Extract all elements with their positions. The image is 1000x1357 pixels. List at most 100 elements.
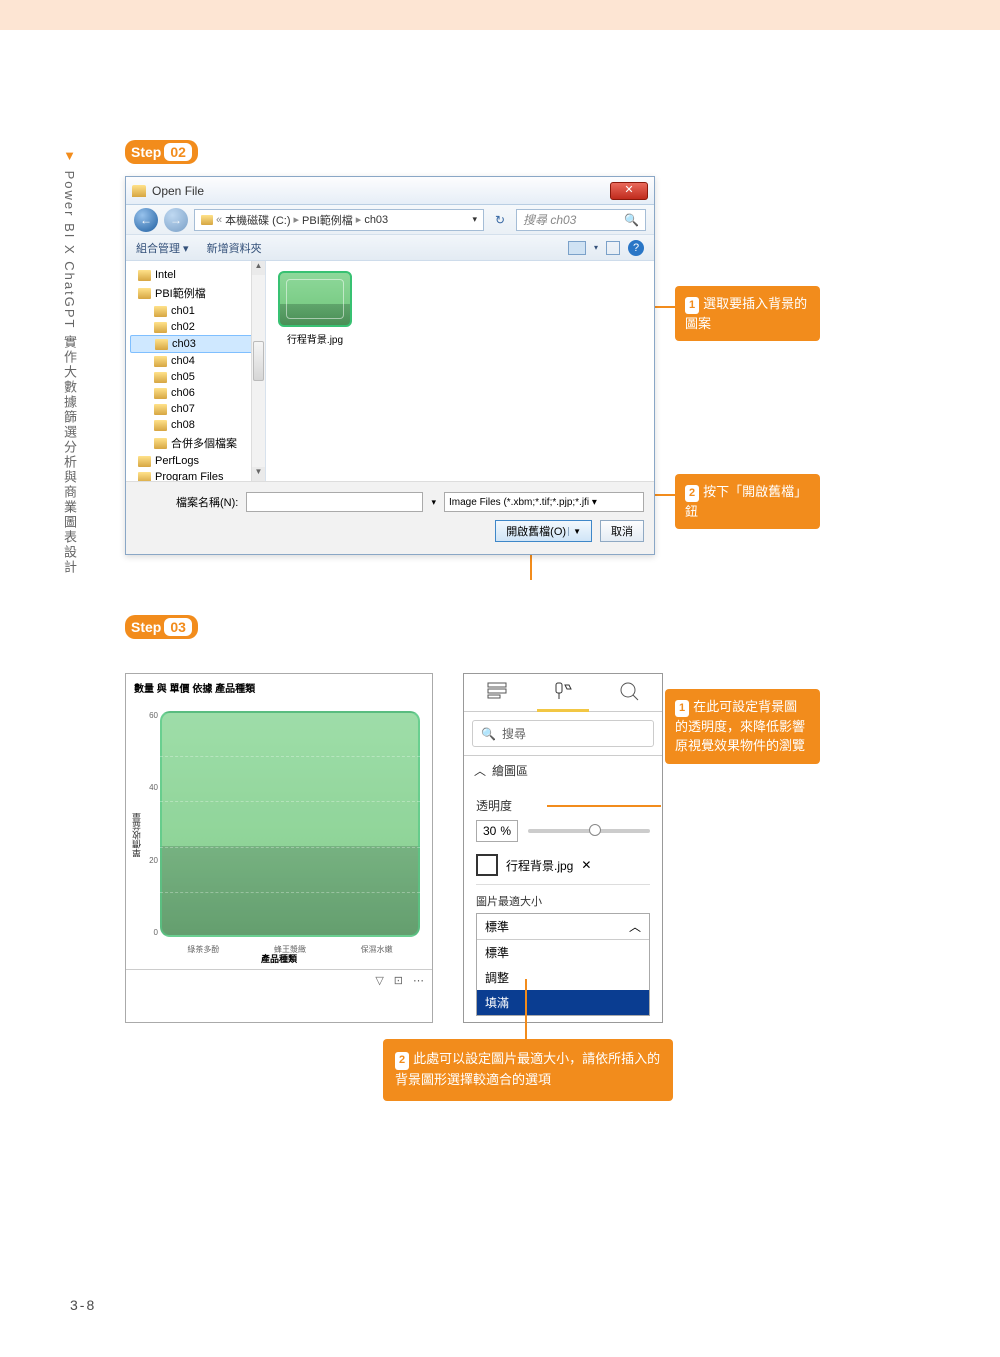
page-number: 3-8: [70, 1297, 96, 1313]
step-badge-02: Step 02: [125, 140, 198, 164]
chevron-up-icon: ︿: [629, 918, 641, 935]
scroll-up-icon[interactable]: ▲: [252, 261, 265, 275]
section-plot-area[interactable]: ︿ 繪圖區: [464, 755, 662, 785]
dialog-titlebar[interactable]: Open File ✕: [126, 177, 654, 205]
chevron-up-icon: ︿: [474, 762, 486, 779]
folder-icon: [154, 372, 167, 383]
chart-plot: 單價收益量 6040200 綠茶多酚蜂王漿緻保濕水嫩 產品種類: [132, 705, 426, 965]
breadcrumb[interactable]: « 本機磁碟 (C:)▸ PBI範例檔▸ ch03 ▾: [194, 209, 484, 231]
slider-knob[interactable]: [589, 824, 601, 836]
tree-item[interactable]: ch06: [130, 385, 261, 401]
search-icon: 🔍: [624, 213, 639, 227]
tree-item[interactable]: ch03: [130, 335, 261, 353]
tree-item[interactable]: ch07: [130, 401, 261, 417]
step02-block: Open File ✕ ← → « 本機磁碟 (C:)▸ PBI範例檔▸ ch0…: [125, 176, 925, 555]
leader-line: [547, 805, 661, 807]
filter-icon[interactable]: ▽: [375, 974, 383, 987]
page: ▼ Power BI X ChatGPT 實作大數據篩選分析與商業圖表設計 St…: [0, 0, 1000, 1357]
tree-item[interactable]: Program Files: [130, 469, 261, 481]
back-icon[interactable]: ←: [134, 208, 158, 232]
leader-line: [525, 979, 527, 1039]
filename-label: 檔案名稱(N):: [176, 494, 238, 510]
scroll-down-icon[interactable]: ▼: [252, 467, 265, 481]
tab-format-icon[interactable]: [530, 674, 596, 711]
pane-search-input[interactable]: 🔍 搜尋: [472, 720, 654, 747]
tree-item[interactable]: ch04: [130, 353, 261, 369]
file-list-area[interactable]: 行程背景.jpg: [266, 261, 654, 481]
content-area: Step 02 Open File ✕ ← → «: [0, 30, 1000, 1023]
new-folder-button[interactable]: 新增資料夾: [207, 240, 262, 256]
folder-icon: [155, 339, 168, 350]
folder-icon: [154, 438, 167, 449]
scrollbar[interactable]: ▲ ▼: [251, 261, 265, 481]
tree-item[interactable]: ch05: [130, 369, 261, 385]
bars: [160, 711, 420, 937]
tab-analytics-icon[interactable]: [596, 674, 662, 711]
dropdown-option[interactable]: 標準: [477, 940, 649, 965]
tree-item[interactable]: PerfLogs: [130, 453, 261, 469]
y-axis-ticks: 6040200: [140, 711, 158, 937]
view-icon[interactable]: [568, 241, 586, 255]
tree-item[interactable]: Intel: [130, 267, 261, 283]
image-swatch-icon[interactable]: [476, 854, 498, 876]
tree-item[interactable]: 合併多個檔案: [130, 433, 261, 453]
dialog-body: IntelPBI範例檔ch01ch02ch03ch04ch05ch06ch07c…: [126, 261, 654, 481]
cancel-button[interactable]: 取消: [600, 520, 644, 542]
step03-block: 數量 與 單價 依據 產品種類 單價收益量 6040200 綠茶多酚蜂王漿緻保濕…: [125, 673, 925, 1023]
thumbnail-image: [278, 271, 352, 327]
thumbnail-label: 行程背景.jpg: [287, 335, 343, 346]
close-icon[interactable]: ✕: [610, 182, 648, 200]
tree-item[interactable]: ch08: [130, 417, 261, 433]
dialog-footer: 檔案名稱(N): ▾ Image Files (*.xbm;*.tif;*.pj…: [126, 481, 654, 554]
dialog-title: Open File: [152, 184, 610, 198]
top-stripe: [0, 0, 1000, 30]
preview-pane-icon[interactable]: [606, 241, 620, 255]
dialog-navbar: ← → « 本機磁碟 (C:)▸ PBI範例檔▸ ch03 ▾ ↻ 搜尋 ch0…: [126, 205, 654, 235]
open-file-dialog: Open File ✕ ← → « 本機磁碟 (C:)▸ PBI範例檔▸ ch0…: [125, 176, 655, 555]
dropdown-selected[interactable]: 標準 ︿: [477, 914, 649, 940]
dropdown-option[interactable]: 填滿: [477, 990, 649, 1015]
search-icon: 🔍: [481, 727, 496, 741]
image-name: 行程背景.jpg: [506, 857, 573, 874]
folder-icon: [138, 472, 151, 482]
format-pane: 🔍 搜尋 ︿ 繪圖區 透明度 30 %: [463, 673, 663, 1023]
chart-visual[interactable]: 數量 與 單價 依據 產品種類 單價收益量 6040200 綠茶多酚蜂王漿緻保濕…: [125, 673, 433, 1023]
tree-item[interactable]: PBI範例檔: [130, 283, 261, 303]
more-icon[interactable]: ⋯: [413, 974, 424, 987]
remove-image-icon[interactable]: ✕: [581, 858, 591, 872]
step-badge-03: Step 03: [125, 615, 198, 639]
forward-icon[interactable]: →: [164, 208, 188, 232]
dialog-toolbar: 組合管理 ▾ 新增資料夾 ▾ ?: [126, 235, 654, 261]
callout-1: 1選取要插入背景的圖案: [675, 286, 820, 341]
image-fit-dropdown[interactable]: 標準 ︿ 標準 調整 填滿: [476, 913, 650, 1016]
callout-step03-1: 1在此可設定背景圖的透明度，來降低影響原視覺效果物件的瀏覽: [665, 689, 820, 764]
image-fit-label: 圖片最適大小: [476, 884, 650, 909]
transparency-slider[interactable]: [528, 829, 650, 833]
open-button[interactable]: 開啟舊檔(O) ▼: [495, 520, 592, 542]
refresh-icon[interactable]: ↻: [490, 213, 510, 227]
transparency-input[interactable]: 30 %: [476, 820, 518, 842]
callout-2: 2按下「開啟舊檔」鈕: [675, 474, 820, 529]
pane-tabs: [464, 674, 662, 712]
tab-fields-icon[interactable]: [464, 674, 530, 711]
folder-icon: [154, 322, 167, 333]
search-input[interactable]: 搜尋 ch03 🔍: [516, 209, 646, 231]
callout-step03-2: 2此處可以設定圖片最適大小，請依所插入的背景圖形選擇較適合的選項: [383, 1039, 673, 1101]
scroll-handle[interactable]: [253, 341, 264, 381]
folder-icon: [154, 420, 167, 431]
x-axis-label: 產品種類: [132, 952, 426, 965]
filename-input[interactable]: [246, 492, 423, 512]
tree-item[interactable]: ch02: [130, 319, 261, 335]
tree-item[interactable]: ch01: [130, 303, 261, 319]
folder-icon: [138, 288, 151, 299]
chart-title: 數量 與 單價 依據 產品種類: [126, 674, 432, 701]
folder-tree[interactable]: IntelPBI範例檔ch01ch02ch03ch04ch05ch06ch07c…: [126, 261, 266, 481]
folder-icon: [138, 456, 151, 467]
organize-button[interactable]: 組合管理 ▾: [136, 240, 189, 256]
filetype-filter[interactable]: Image Files (*.xbm;*.tif;*.pjp;*.jfi ▾: [444, 492, 644, 512]
focus-icon[interactable]: ⊡: [394, 974, 403, 987]
dropdown-option[interactable]: 調整: [477, 965, 649, 990]
file-thumbnail[interactable]: 行程背景.jpg: [276, 271, 354, 346]
chevron-down-icon[interactable]: ▼: [568, 527, 581, 536]
help-icon[interactable]: ?: [628, 240, 644, 256]
